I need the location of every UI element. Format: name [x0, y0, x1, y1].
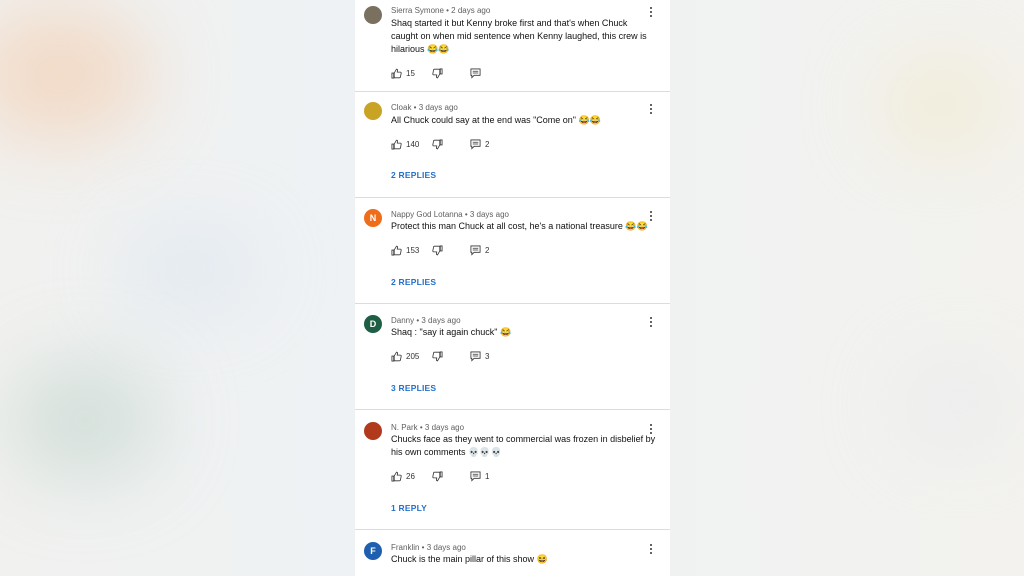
view-replies-button[interactable]: 1 REPLY — [391, 503, 427, 513]
comment-item: D Danny • 3 days ago Shaq : "say it agai… — [355, 304, 670, 410]
thumbs-up-icon — [391, 139, 402, 149]
comment-text: Shaq started it but Kenny broke first an… — [391, 18, 647, 54]
dislike-button[interactable] — [432, 243, 443, 257]
comment-meta: Sierra Symone • 2 days ago — [391, 6, 491, 15]
comment-author[interactable]: Franklin — [391, 543, 419, 552]
comment-text: All Chuck could say at the end was "Come… — [391, 115, 601, 125]
comment-text: Shaq : "say it again chuck" 😂 — [391, 327, 512, 337]
comment-item: Cloak • 3 days ago All Chuck could say a… — [355, 92, 670, 198]
like-button[interactable]: 153 — [391, 243, 419, 257]
comment-time: 3 days ago — [469, 210, 509, 219]
comment-time: 3 days ago — [418, 103, 458, 112]
avatar[interactable]: F — [364, 542, 382, 560]
comment-meta: Nappy God Lotanna • 3 days ago — [391, 210, 509, 219]
thumbs-down-icon — [432, 245, 443, 255]
thumbs-down-icon — [432, 351, 443, 361]
comment-actions: 15 — [391, 66, 591, 80]
reply-button[interactable] — [470, 66, 485, 80]
comment-author[interactable]: Cloak — [391, 103, 411, 112]
reply-button[interactable]: 1 — [470, 469, 489, 483]
reply-button[interactable]: 3 — [470, 349, 489, 363]
reply-icon — [470, 471, 481, 482]
view-replies-button[interactable]: 3 REPLIES — [391, 383, 436, 393]
like-count: 140 — [406, 139, 420, 149]
comment-text: Chuck is the main pillar of this show 😆 — [391, 554, 548, 564]
comment-item: N. Park • 3 days ago Chucks face as they… — [355, 410, 670, 530]
reply-icon — [470, 139, 481, 150]
reply-button[interactable]: 2 — [470, 137, 489, 151]
reply-icon — [470, 245, 481, 256]
thumbs-down-icon — [432, 68, 443, 78]
thumbs-up-icon — [391, 471, 402, 481]
like-button[interactable]: 26 — [391, 469, 415, 483]
comment-item: F Franklin • 3 days ago Chuck is the mai… — [355, 530, 670, 576]
comment-time: 2 days ago — [451, 6, 491, 15]
reply-count: 2 — [485, 139, 490, 149]
like-button[interactable]: 15 — [391, 66, 415, 80]
comment-meta: N. Park • 3 days ago — [391, 423, 465, 432]
reply-count: 2 — [485, 245, 490, 255]
thumbs-down-icon — [432, 139, 443, 149]
view-replies-button[interactable]: 2 REPLIES — [391, 170, 436, 180]
comment-item: Sierra Symone • 2 days ago Shaq started … — [355, 0, 670, 92]
reply-icon — [470, 68, 481, 79]
avatar[interactable] — [364, 422, 382, 440]
dislike-button[interactable] — [432, 66, 443, 80]
comment-meta: Cloak • 3 days ago — [391, 103, 458, 112]
reply-icon — [470, 351, 481, 362]
like-button[interactable]: 205 — [391, 349, 419, 363]
comment-author[interactable]: N. Park — [391, 423, 418, 432]
dislike-button[interactable] — [432, 137, 443, 151]
comment-actions: 205 3 — [391, 349, 591, 363]
comment-author[interactable]: Sierra Symone — [391, 6, 444, 15]
dislike-button[interactable] — [432, 469, 443, 483]
comment-time: 3 days ago — [421, 316, 461, 325]
comment-actions: 140 2 — [391, 137, 591, 151]
view-replies-button[interactable]: 2 REPLIES — [391, 277, 436, 287]
reply-count: 1 — [485, 471, 490, 481]
dislike-button[interactable] — [432, 349, 443, 363]
avatar[interactable]: D — [364, 315, 382, 333]
reply-count: 3 — [485, 351, 490, 361]
thumbs-up-icon — [391, 351, 402, 361]
thumbs-down-icon — [432, 471, 443, 481]
comment-time: 3 days ago — [426, 543, 466, 552]
like-button[interactable]: 140 — [391, 137, 419, 151]
thumbs-up-icon — [391, 245, 402, 255]
comment-item: N Nappy God Lotanna • 3 days ago Protect… — [355, 198, 670, 304]
comments-panel: Sierra Symone • 2 days ago Shaq started … — [355, 0, 670, 576]
like-count: 153 — [406, 245, 420, 255]
avatar[interactable] — [364, 102, 382, 120]
comment-time: 3 days ago — [424, 423, 465, 432]
comment-author[interactable]: Nappy God Lotanna — [391, 210, 463, 219]
comment-actions: 153 2 — [391, 243, 591, 257]
comment-text: Protect this man Chuck at all cost, he's… — [391, 221, 648, 231]
like-count: 26 — [406, 471, 415, 481]
like-count: 205 — [406, 351, 420, 361]
reply-button[interactable]: 2 — [470, 243, 489, 257]
avatar[interactable] — [364, 6, 382, 24]
comment-text: Chucks face as they went to commercial w… — [391, 434, 656, 457]
like-count: 15 — [406, 68, 415, 78]
comment-meta: Danny • 3 days ago — [391, 316, 461, 325]
comment-actions: 26 1 — [391, 469, 591, 483]
thumbs-up-icon — [391, 68, 402, 78]
avatar[interactable]: N — [364, 209, 382, 227]
comment-meta: Franklin • 3 days ago — [391, 543, 466, 552]
comment-author[interactable]: Danny — [391, 316, 414, 325]
